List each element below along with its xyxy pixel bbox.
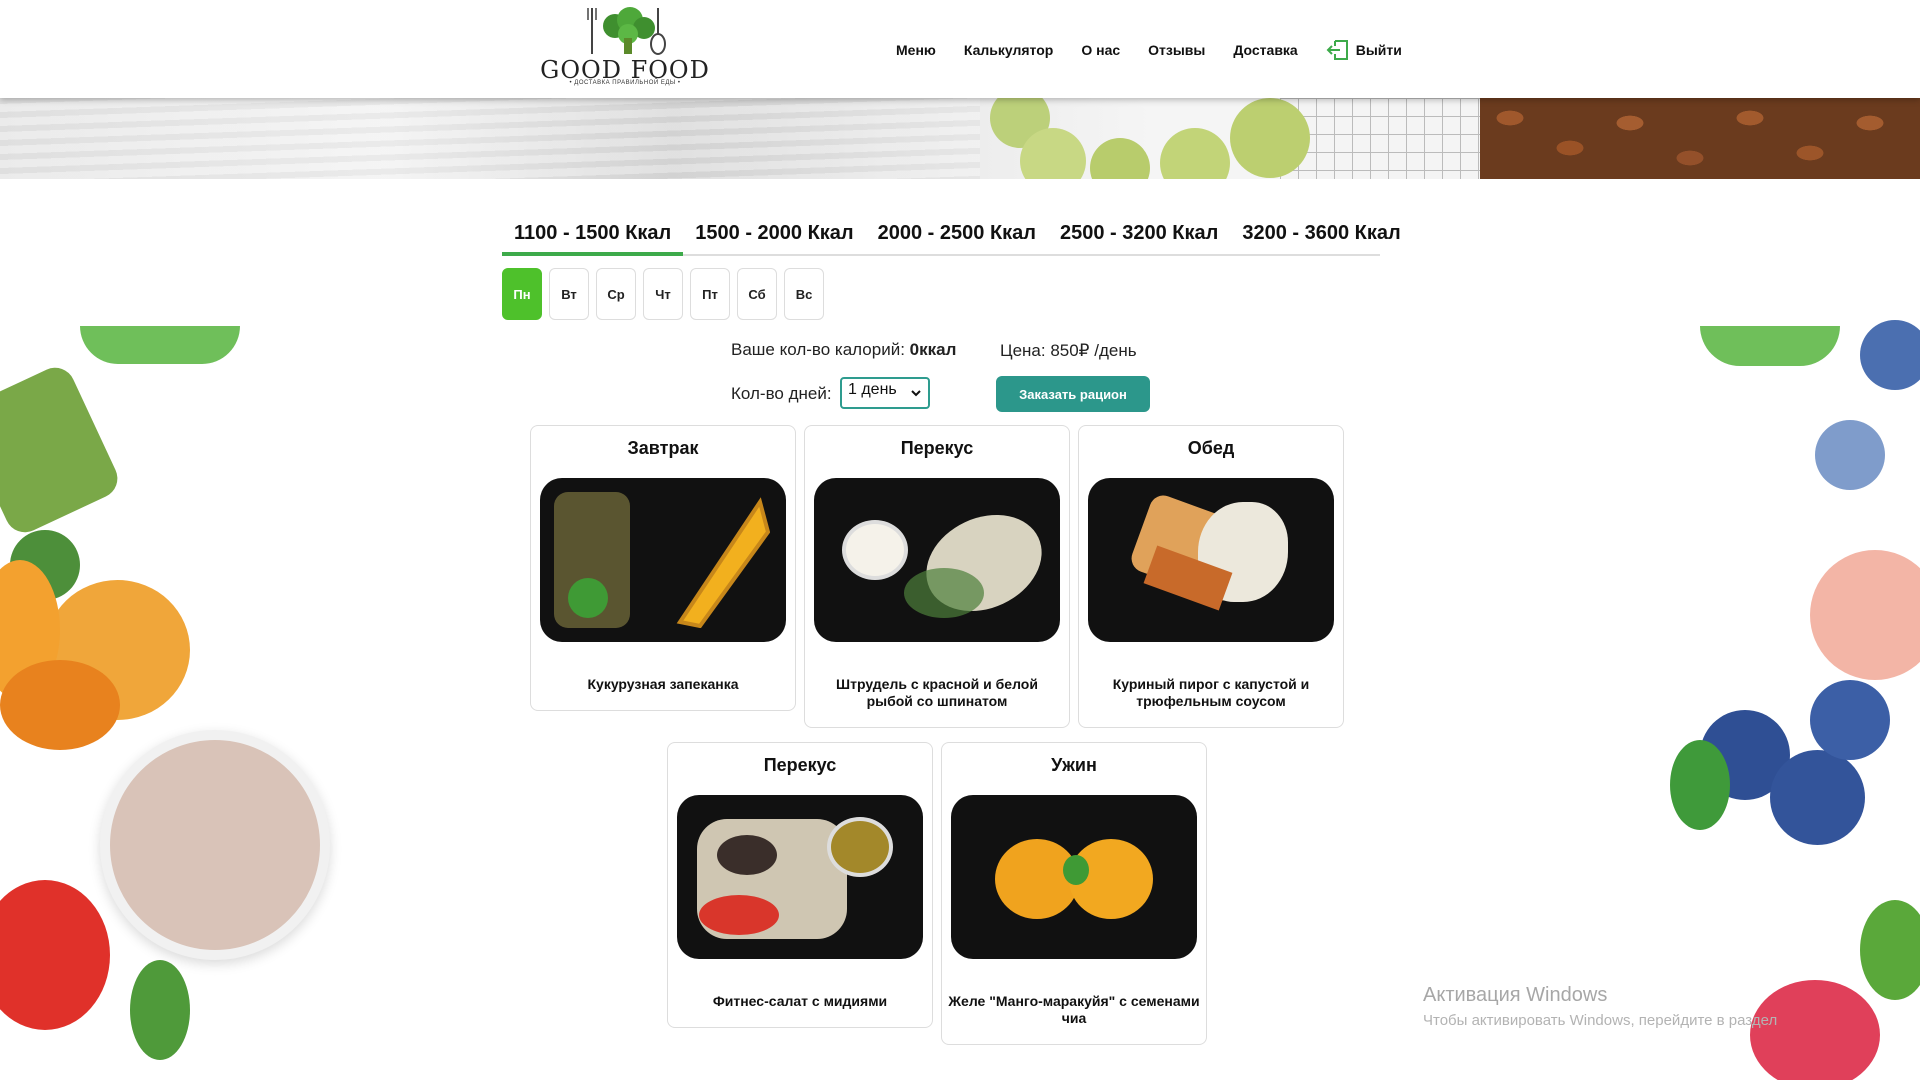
- meal-card-snack-2[interactable]: Перекус Фитнес-салат с мидиями: [667, 742, 933, 1028]
- days-count-value: 1 день: [848, 381, 897, 398]
- leaf-image: [1860, 900, 1920, 1000]
- tab-calories-3200-3600[interactable]: 3200 - 3600 Ккал: [1230, 216, 1412, 256]
- meal-name: Куриный пирог с капустой и трюфельным со…: [1112, 676, 1310, 709]
- logo[interactable]: GOOD FOOD • ДОСТАВКА ПРАВИЛЬНОЙ ЕДЫ •: [540, 6, 710, 88]
- nav-menu[interactable]: Меню: [896, 42, 936, 58]
- meal-name: Кукурузная запеканка: [587, 676, 739, 692]
- blueberry-image: [1770, 750, 1865, 845]
- meal-image: [677, 795, 923, 959]
- calories-value: 0ккал: [909, 340, 957, 359]
- days-count-label: Кол-во дней:: [731, 384, 832, 403]
- grape-image: [1160, 128, 1230, 179]
- tab-calories-2000-2500[interactable]: 2000 - 2500 Ккал: [866, 216, 1048, 256]
- day-button-sat[interactable]: Сб: [737, 268, 777, 320]
- logout-label: Выйти: [1355, 42, 1402, 58]
- meal-title: Завтрак: [627, 438, 699, 458]
- tab-calories-2500-3200[interactable]: 2500 - 3200 Ккал: [1048, 216, 1230, 256]
- tab-calories-1100-1500[interactable]: 1100 - 1500 Ккал: [502, 216, 684, 256]
- day-button-thu[interactable]: Чт: [643, 268, 683, 320]
- day-button-wed[interactable]: Ср: [596, 268, 636, 320]
- meal-card-dinner[interactable]: Ужин Желе "Манго-маракуйя" с семенами чи…: [941, 742, 1207, 1045]
- nav-about[interactable]: О нас: [1081, 42, 1120, 58]
- day-button-fri[interactable]: Пт: [690, 268, 730, 320]
- grape-image: [1230, 98, 1310, 178]
- meal-card-snack-1[interactable]: Перекус Штрудель с красной и белой рыбой…: [804, 425, 1070, 728]
- meal-title: Перекус: [900, 438, 974, 458]
- meal-image: [540, 478, 786, 642]
- day-button-mon[interactable]: Пн: [502, 268, 542, 320]
- meal-name: Желе "Манго-маракуйя" с семенами чиа: [948, 993, 1200, 1026]
- leaf-image: [80, 326, 240, 364]
- nav-delivery[interactable]: Доставка: [1233, 42, 1297, 58]
- grape-image: [1090, 138, 1150, 179]
- site-header: GOOD FOOD • ДОСТАВКА ПРАВИЛЬНОЙ ЕДЫ • Ме…: [0, 0, 1920, 98]
- tomato-image: [1810, 550, 1920, 680]
- dried-apricot-image: [0, 660, 120, 750]
- nav-calculator[interactable]: Калькулятор: [964, 42, 1053, 58]
- leaf-image: [1670, 740, 1730, 830]
- windows-activation-title: Активация Windows: [1423, 984, 1608, 1006]
- banner-wood-texture: [0, 98, 980, 179]
- calories-label: Ваше кол-во калорий:: [731, 340, 905, 359]
- grape-image: [1020, 128, 1086, 179]
- raspberry-image: [1750, 980, 1880, 1080]
- calories-info: Ваше кол-во калорий: 0ккал: [731, 340, 956, 360]
- day-button-tue[interactable]: Вт: [549, 268, 589, 320]
- price-info: Цена: 850₽ /день: [1000, 341, 1137, 360]
- days-count-select[interactable]: 1 день: [840, 377, 930, 409]
- logout-icon: [1326, 40, 1348, 60]
- meal-name: Фитнес-салат с мидиями: [712, 993, 888, 1009]
- blueberry-image: [1810, 680, 1890, 760]
- day-selector: Пн Вт Ср Чт Пт Сб Вс: [502, 268, 824, 320]
- meal-image: [1088, 478, 1334, 642]
- blueberry-image: [1815, 420, 1885, 490]
- logo-subtitle: • ДОСТАВКА ПРАВИЛЬНОЙ ЕДЫ •: [569, 80, 681, 86]
- chevron-down-icon: [911, 390, 921, 397]
- meal-card-lunch[interactable]: Обед Куриный пирог с капустой и трюфельн…: [1078, 425, 1344, 728]
- meal-title: Ужин: [1051, 755, 1097, 775]
- meal-image: [951, 795, 1197, 959]
- asparagus-image: [0, 361, 124, 539]
- tab-calories-1500-2000[interactable]: 1500 - 2000 Ккал: [683, 216, 865, 256]
- meal-title: Перекус: [763, 755, 837, 775]
- meal-card-breakfast[interactable]: Завтрак Кукурузная запеканка: [530, 425, 796, 711]
- windows-activation-subtitle: Чтобы активировать Windows, перейдите в …: [1423, 1012, 1778, 1029]
- leaf-image: [1700, 326, 1840, 366]
- nav-reviews[interactable]: Отзывы: [1148, 42, 1205, 58]
- tomato-image: [0, 880, 110, 1030]
- blueberry-image: [1860, 320, 1920, 390]
- hero-banner: [0, 98, 1920, 179]
- meal-title: Обед: [1187, 438, 1235, 458]
- main-nav: Меню Калькулятор О нас Отзывы Доставка В…: [896, 38, 1430, 62]
- meal-name: Штрудель с красной и белой рыбой со шпин…: [836, 676, 1038, 709]
- leaf-image: [130, 960, 190, 1060]
- order-ration-button[interactable]: Заказать рацион: [996, 376, 1150, 412]
- smoothie-bowl-image: [100, 730, 330, 960]
- day-button-sun[interactable]: Вс: [784, 268, 824, 320]
- logo-broccoli-icon: [587, 7, 666, 55]
- calorie-tabs: 1100 - 1500 Ккал 1500 - 2000 Ккал 2000 -…: [502, 216, 1401, 256]
- banner-almonds: [1480, 98, 1920, 179]
- logout-link[interactable]: Выйти: [1326, 38, 1402, 62]
- meal-image: [814, 478, 1060, 642]
